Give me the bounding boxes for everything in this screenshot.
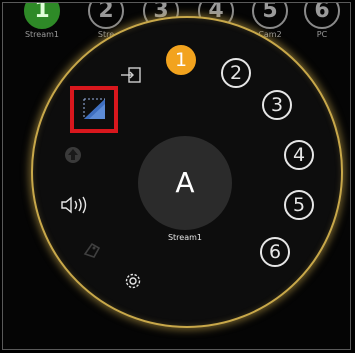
tag-icon[interactable] [82, 240, 102, 264]
screenshot-frame: 1 Stream1 2 Stre 3 4 5 Cam2 6 PC A Strea… [2, 2, 351, 350]
strip-item-6[interactable]: 6 PC [292, 3, 350, 39]
center-source-button[interactable]: A [138, 136, 232, 230]
exit-icon[interactable] [120, 66, 142, 88]
preset-1-button[interactable]: 1 [166, 45, 196, 75]
volume-icon[interactable] [60, 195, 90, 219]
strip-number: 1 [24, 3, 60, 29]
preset-4-button[interactable]: 4 [284, 140, 314, 170]
strip-number: 6 [304, 3, 340, 29]
strip-label: PC [316, 30, 328, 39]
preset-6-button[interactable]: 6 [260, 237, 290, 267]
aspect-ratio-icon[interactable] [83, 98, 106, 124]
settings-gear-icon[interactable] [123, 271, 143, 295]
strip-number: 2 [88, 3, 124, 29]
upload-icon[interactable] [64, 146, 82, 168]
strip-item-1[interactable]: 1 Stream1 [12, 3, 72, 39]
center-source-label: Stream1 [167, 233, 203, 242]
strip-label: Stream1 [24, 30, 60, 39]
strip-number: 5 [252, 3, 288, 29]
preset-2-button[interactable]: 2 [221, 58, 251, 88]
preset-5-button[interactable]: 5 [284, 190, 314, 220]
preset-3-button[interactable]: 3 [262, 90, 292, 120]
